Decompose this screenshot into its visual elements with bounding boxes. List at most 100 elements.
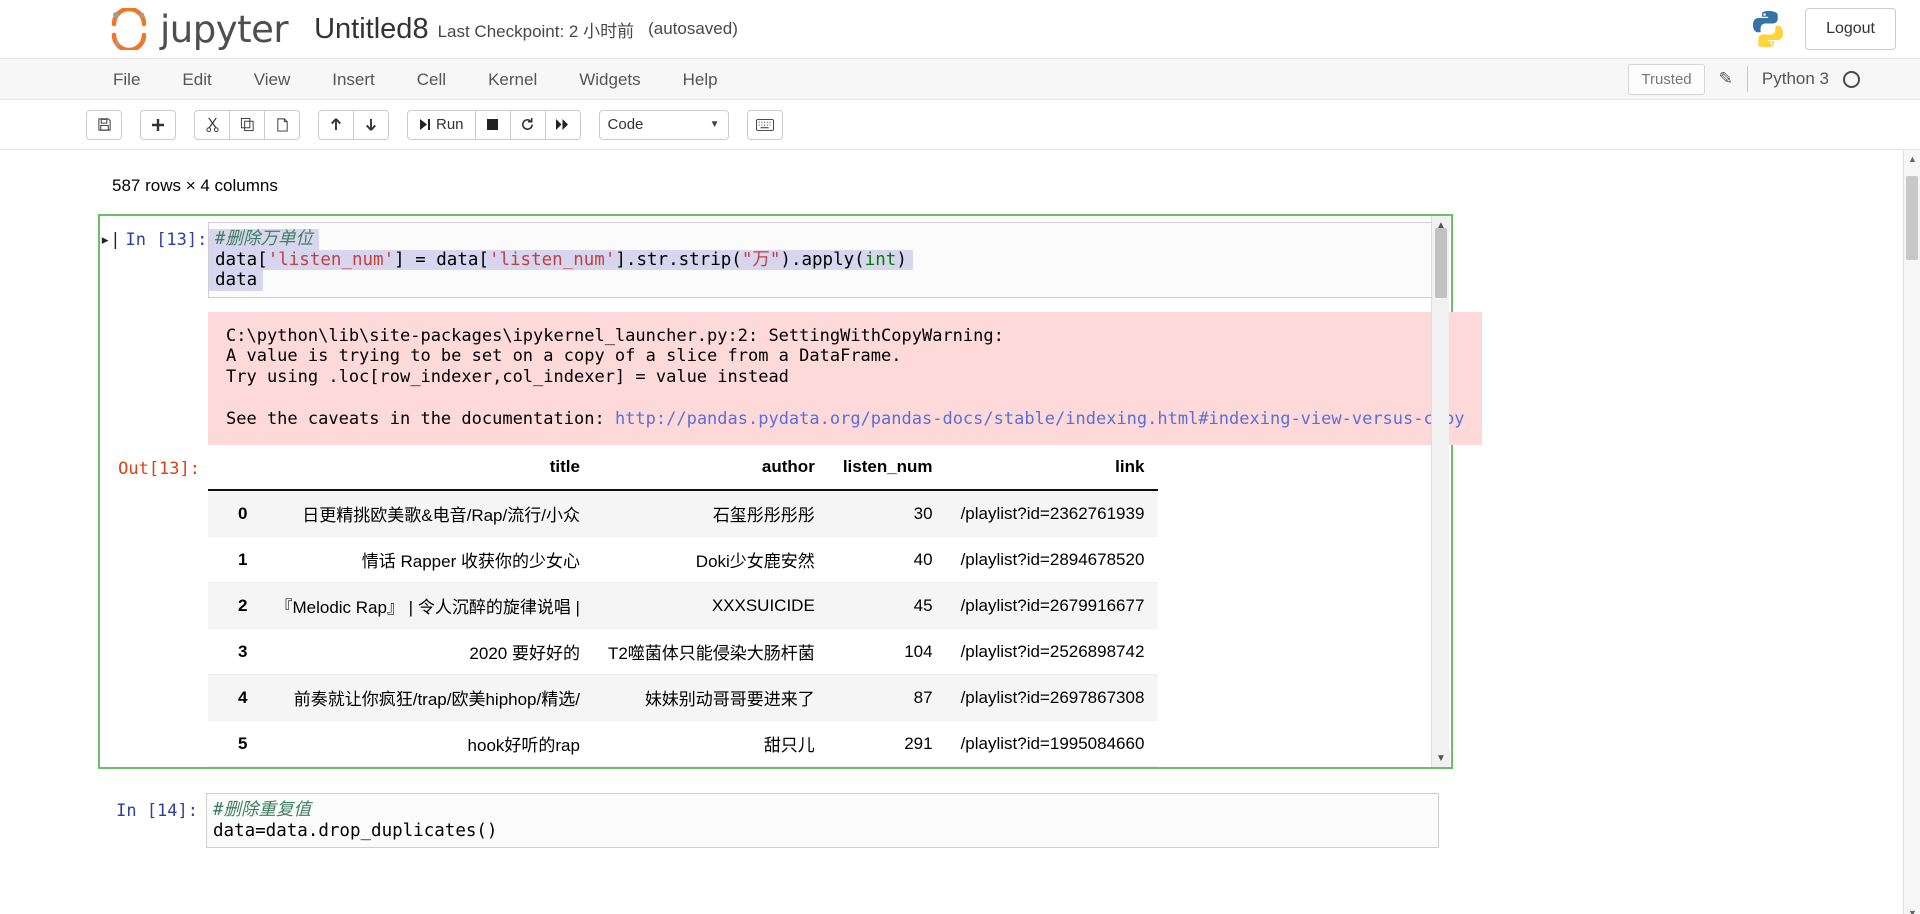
cell-in-13-code-editor[interactable]: #删除万单位 data['listen_num'] = data['listen… [208,222,1437,298]
chevron-down-icon: ▼ [709,119,720,130]
cell-in-13[interactable]: ▸| In [13]: #删除万单位 data['listen_num'] = d… [98,214,1483,770]
code-line-1: #删除万单位 [209,229,320,250]
run-button-label: Run [436,116,464,133]
row-author: 妹妹别动哥哥要进来了 [593,674,829,722]
menu-item-view[interactable]: View [233,62,312,97]
output-scrollbar[interactable]: ▲ ▼ [1431,216,1450,768]
cell-type-select[interactable]: Code ▼ [598,109,729,140]
code-token: ] = data[ [394,249,489,270]
row-index: 0 [208,490,262,538]
restart-kernel-icon[interactable] [509,109,546,140]
cell-in-13-input-row: ▸| In [13]: #删除万单位 data['listen_num'] = d… [100,216,1451,304]
save-icon[interactable] [86,109,122,140]
page-scroll-down-icon[interactable]: ▼ [1904,904,1920,914]
menu-item-insert[interactable]: Insert [311,62,396,97]
dataframe-col-listen-num: listen_num [828,449,947,492]
scroll-down-icon[interactable]: ▼ [1432,749,1450,768]
dataframe-head: title author listen_num link [208,449,1159,492]
code-token: data [215,270,258,290]
code-token: data=data.drop_duplicates() [213,820,498,841]
table-row: 4 前奏就让你疯狂/trap/欧美hiphop/精选/ 妹妹别动哥哥要进来了 8… [208,674,1159,722]
cell-in-14[interactable]: In [14]: #删除重复值 data=data.drop_duplicate… [98,787,1453,854]
logout-button[interactable]: Logout [1805,8,1896,50]
page-scrollbar-thumb[interactable] [1906,176,1918,260]
row-link: /playlist?id=2362761939 [946,490,1159,538]
pencil-icon[interactable]: ✎ [1719,69,1733,89]
trusted-badge[interactable]: Trusted [1628,63,1705,95]
interrupt-kernel-icon[interactable] [474,109,511,140]
row-listen-num: 45 [828,582,947,630]
last-checkpoint-label: Last Checkpoint: 2 小时前 [437,21,635,41]
menu-item-cell[interactable]: Cell [396,62,467,97]
restart-and-run-all-icon[interactable] [544,109,581,140]
kernel-indicator-label: Python 3 [1761,69,1829,88]
toolbar-group-move [318,109,389,140]
insert-cell-below-icon[interactable] [140,109,176,140]
dataframe-table: title author listen_num link 0 日更精挑欧美歌&电… [208,449,1159,768]
page-scrollbar[interactable]: ▲ ▼ [1903,150,1920,914]
output-scrollbar-thumb[interactable] [1435,228,1447,298]
code-token-builtin: int [864,249,897,270]
code-token: ].str.strip( [615,249,742,270]
warning-doc-link[interactable]: http://pandas.pydata.org/pandas-docs/sta… [615,409,1465,429]
notebook-toolbar: Run Code ▼ [0,100,1920,150]
row-title: hook好听的rap [261,720,594,768]
row-index: 2 [208,582,262,630]
toolbar-group-edit [194,109,300,140]
toolbar-group-run: Run [407,109,581,140]
notebook-scroll-area[interactable]: 587 rows × 4 columns ▸| In [13]: #删除万单位 d… [0,150,1920,914]
cut-cell-icon[interactable] [194,109,230,140]
dataframe-col-title: title [261,449,594,492]
dataframe-col-author: author [593,449,829,492]
table-row: 0 日更精挑欧美歌&电音/Rap/流行/小众 石玺彤彤彤彤 30 /playli… [208,490,1159,538]
row-listen-num: 104 [828,628,947,676]
table-row: 5 hook好听的rap 甜只儿 291 /playlist?id=199508… [208,720,1159,768]
toolbar-group-file [86,109,122,140]
move-cell-down-icon[interactable] [353,109,389,140]
row-link: /playlist?id=2526898742 [946,628,1159,676]
menubar-right-group: Trusted ✎ Python 3 [1628,63,1920,95]
row-author: XXXSUICIDE [593,582,829,630]
copy-cell-icon[interactable] [229,109,265,140]
menu-item-file[interactable]: File [92,62,161,97]
paste-cell-icon[interactable] [264,109,300,140]
row-title: 日更精挑欧美歌&电音/Rap/流行/小众 [261,490,594,538]
warning-line-1: C:\python\lib\site-packages\ipykernel_la… [226,325,1004,346]
python-logo-icon [1749,9,1787,49]
cell-in-14-code-editor[interactable]: #删除重复值 data=data.drop_duplicates() [206,793,1439,849]
menu-item-kernel[interactable]: Kernel [467,62,558,97]
code-line-2: data=data.drop_duplicates() [207,821,503,842]
keyboard-shortcuts-icon[interactable] [746,109,783,140]
row-title: 2020 要好好的 [261,628,594,676]
menu-item-widgets[interactable]: Widgets [558,62,661,97]
row-author: 甜只儿 [593,720,829,768]
row-listen-num: 40 [828,536,947,584]
row-link: /playlist?id=2894678520 [946,536,1159,584]
move-cell-up-icon[interactable] [318,109,354,140]
dataframe-col-link: link [946,449,1159,492]
menu-item-edit[interactable]: Edit [161,62,232,97]
run-this-cell-icon[interactable]: ▸| [100,230,120,250]
code-line-1: #删除重复值 [207,800,317,821]
jupyter-notebook-page: jupyter Untitled8 Last Checkpoint: 2 小时前… [0,0,1920,914]
toolbar-group-shortcuts [746,109,783,140]
row-listen-num: 87 [828,674,947,722]
jupyter-logo[interactable]: jupyter [108,6,289,53]
autosaved-label: (autosaved) [648,19,738,38]
notebook-title[interactable]: Untitled8 [314,13,428,46]
code-token: ) [896,249,907,270]
jupyter-logo-icon [108,6,150,53]
code-token-string: 'listen_num' [267,249,395,270]
page-scroll-up-icon[interactable]: ▲ [1904,150,1920,168]
code-line-2: data['listen_num'] = data['listen_num'].… [209,249,913,270]
dataframe-output: title author listen_num link 0 日更精挑欧美歌&电… [208,445,1437,768]
menu-item-help[interactable]: Help [662,62,739,97]
cell-out-13-prompt: Out[13]: [118,459,200,480]
row-author: Doki少女鹿安然 [593,536,829,584]
run-cell-button[interactable]: Run [407,109,476,140]
row-link: /playlist?id=2679916677 [946,582,1159,630]
menubar-divider [1746,66,1748,92]
row-title: 前奏就让你疯狂/trap/欧美hiphop/精选/ [261,674,594,722]
row-link: /playlist?id=2697867308 [946,674,1159,722]
header-right-group: Logout [1749,8,1896,50]
